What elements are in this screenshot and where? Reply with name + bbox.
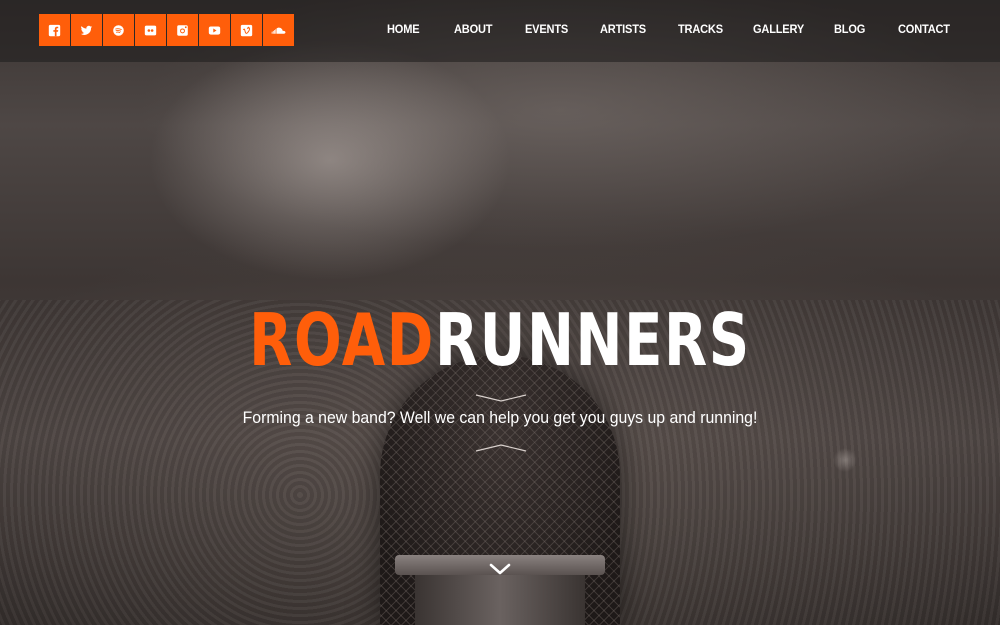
site-title: ROADRUNNERS (110, 297, 890, 383)
site-header: HOME ABOUT EVENTS ARTISTS TRACKS GALLERY… (0, 0, 1000, 62)
nav-gallery[interactable]: GALLERY (753, 22, 804, 36)
nav-home[interactable]: HOME (387, 22, 420, 36)
title-runners: RUNNERS (434, 298, 751, 382)
main-nav: HOME ABOUT EVENTS ARTISTS TRACKS GALLERY… (0, 22, 1000, 40)
nav-artists[interactable]: ARTISTS (600, 22, 646, 36)
chevron-divider-top-icon (475, 394, 527, 402)
nav-blog[interactable]: BLOG (834, 22, 865, 36)
nav-tracks[interactable]: TRACKS (678, 22, 723, 36)
nav-about[interactable]: ABOUT (454, 22, 493, 36)
microphone-handle (415, 575, 585, 625)
chevron-down-icon[interactable] (488, 561, 512, 577)
nav-events[interactable]: EVENTS (525, 22, 568, 36)
title-road: ROAD (249, 298, 435, 382)
nav-contact[interactable]: CONTACT (898, 22, 950, 36)
tagline: Forming a new band? Well we can help you… (242, 408, 758, 427)
chevron-divider-bottom-icon (475, 444, 527, 452)
